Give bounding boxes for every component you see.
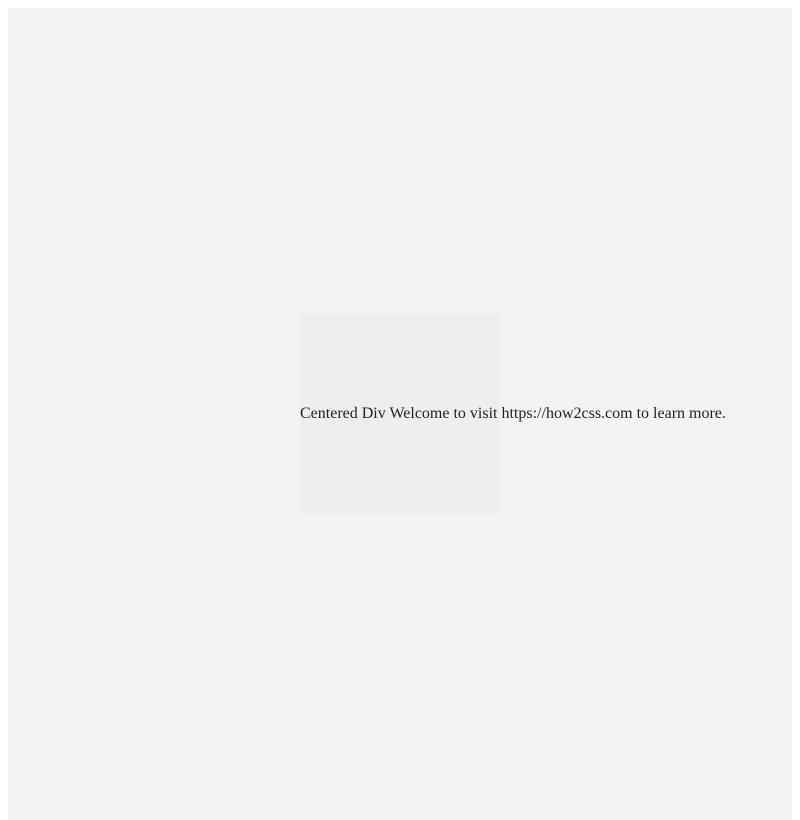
card-text-line-3: more.	[689, 405, 726, 422]
page-background: Centered Div Welcome to visit https://ho…	[8, 8, 792, 820]
card-text-line-1: Centered Div Welcome to visit	[300, 405, 501, 422]
card-text-line-2: https://how2css.com to learn	[501, 405, 689, 422]
centered-card: Centered Div Welcome to visit https://ho…	[300, 314, 500, 514]
